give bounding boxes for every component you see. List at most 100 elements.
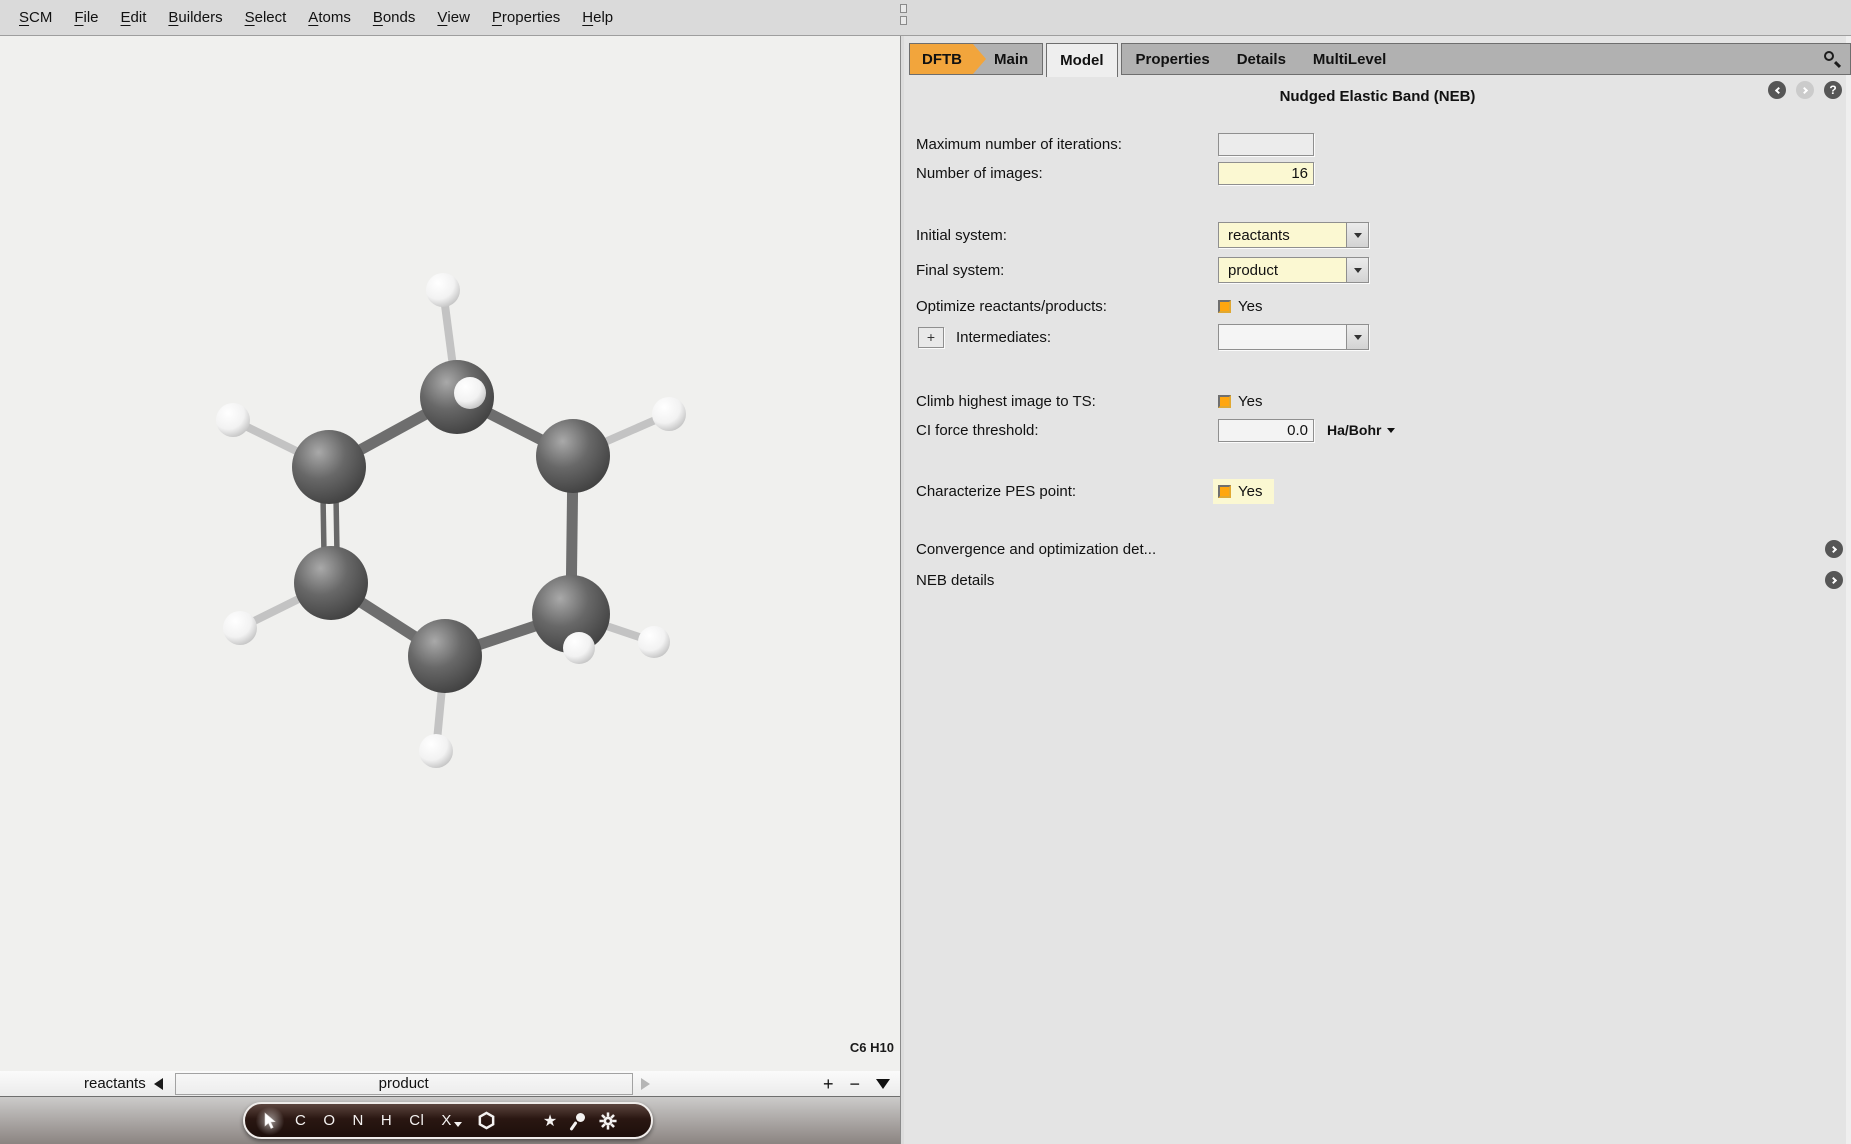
element-button-o[interactable]: O	[321, 1110, 337, 1131]
frame-prev-icon[interactable]	[154, 1078, 163, 1090]
tab-main[interactable]: Main	[986, 44, 1042, 74]
atom-C[interactable]	[536, 419, 610, 493]
initial-system-combobox[interactable]: reactants	[1218, 222, 1369, 248]
row-neb-details: NEB details	[916, 569, 1851, 591]
magnifier-icon[interactable]	[570, 1112, 586, 1130]
atom-C[interactable]	[294, 546, 368, 620]
sash-handle[interactable]	[900, 4, 909, 28]
tab-model[interactable]: Model	[1046, 43, 1117, 77]
element-button-h[interactable]: H	[379, 1110, 394, 1131]
chevron-down-icon	[1387, 428, 1395, 433]
tab-dftb[interactable]: DFTB	[910, 44, 986, 74]
initial-system-dropdown-button[interactable]	[1346, 223, 1368, 247]
menubar-item-properties[interactable]: Properties	[481, 0, 571, 35]
final-system-label: Final system:	[916, 262, 1206, 279]
help-button[interactable]: ?	[1824, 81, 1842, 99]
final-system-combobox[interactable]: product	[1218, 257, 1369, 283]
optimize-label: Optimize reactants/products:	[916, 298, 1206, 315]
atom-H[interactable]	[223, 611, 257, 645]
menubar-item-select[interactable]: Select	[234, 0, 298, 35]
intermediates-value	[1219, 325, 1346, 349]
ci-force-label: CI force threshold:	[916, 422, 1206, 439]
atom-H[interactable]	[419, 734, 453, 768]
intermediates-combobox[interactable]	[1218, 324, 1369, 350]
element-button-cl[interactable]: Cl	[407, 1110, 426, 1131]
frame-remove-button[interactable]: −	[849, 1075, 860, 1093]
menubar-item-bonds[interactable]: Bonds	[362, 0, 427, 35]
initial-system-value: reactants	[1219, 223, 1346, 247]
frame-next-icon[interactable]	[641, 1078, 650, 1090]
molecule-3d-model[interactable]	[0, 36, 900, 1071]
chevron-down-icon	[1354, 335, 1362, 340]
characterize-checkbox[interactable]	[1218, 485, 1231, 498]
menubar-item-view[interactable]: View	[426, 0, 481, 35]
nav-back-button[interactable]	[1768, 81, 1786, 99]
tab-group: DFTBMain	[909, 43, 1043, 75]
panel-nav: ?	[1768, 81, 1842, 99]
ring-tool-icon[interactable]	[477, 1111, 496, 1130]
menubar-item-help[interactable]: Help	[571, 0, 624, 35]
initial-system-label: Initial system:	[916, 227, 1206, 244]
row-intermediates: + Intermediates:	[916, 324, 1851, 350]
neb-details-button[interactable]	[1825, 571, 1843, 589]
formula-label: C6 H10	[850, 1040, 894, 1055]
convergence-details-button[interactable]	[1825, 540, 1843, 558]
row-characterize: Characterize PES point: Yes	[916, 478, 1851, 504]
max-iterations-input[interactable]	[1218, 133, 1314, 156]
settings-panel: DFTBMainModel Properties Details MultiLevel…	[904, 36, 1851, 1144]
select-cursor-tool[interactable]	[260, 1110, 280, 1132]
nav-forward-button[interactable]	[1796, 81, 1814, 99]
element-button-x[interactable]: X	[439, 1110, 464, 1131]
frame-reactants-label[interactable]: reactants	[84, 1075, 146, 1092]
atom-C[interactable]	[292, 430, 366, 504]
atom-H[interactable]	[563, 632, 595, 664]
atom-H[interactable]	[652, 397, 686, 431]
add-intermediate-button[interactable]: +	[918, 327, 944, 348]
bottom-tool-strip: CONH Cl X ★	[0, 1097, 900, 1144]
frame-current-tab[interactable]: product	[175, 1073, 633, 1095]
chevron-left-icon	[1774, 86, 1781, 93]
menubar-item-atoms[interactable]: Atoms	[297, 0, 362, 35]
menubar-item-scm[interactable]: SCM	[8, 0, 63, 35]
atom-H[interactable]	[426, 273, 460, 307]
optimize-checkbox[interactable]	[1218, 300, 1231, 313]
row-final-system: Final system: product	[916, 257, 1851, 283]
tab-properties[interactable]: Properties	[1136, 51, 1210, 68]
atom-C[interactable]	[408, 619, 482, 693]
element-button-n[interactable]: N	[351, 1110, 366, 1131]
climb-checkbox[interactable]	[1218, 395, 1231, 408]
final-system-dropdown-button[interactable]	[1346, 258, 1368, 282]
num-images-input[interactable]	[1218, 162, 1314, 185]
element-button-c[interactable]: C	[293, 1110, 308, 1131]
search-stem	[1834, 61, 1841, 68]
molecule-canvas[interactable]: C6 H10	[0, 36, 900, 1071]
atom-H[interactable]	[638, 626, 670, 658]
builder-toolbar: CONH Cl X ★	[243, 1102, 653, 1139]
menubar-item-builders[interactable]: Builders	[157, 0, 233, 35]
neb-details-label: NEB details	[916, 572, 994, 589]
frame-menu-icon[interactable]	[876, 1079, 890, 1089]
ci-force-input[interactable]	[1218, 419, 1314, 442]
row-ci-force: CI force threshold: Ha/Bohr	[916, 417, 1851, 443]
menubar-item-file[interactable]: File	[63, 0, 109, 35]
atom-H[interactable]	[216, 403, 250, 437]
row-optimize: Optimize reactants/products: Yes	[916, 293, 1851, 319]
search-lens	[1824, 51, 1834, 61]
search-icon[interactable]	[1822, 50, 1840, 68]
atom-H[interactable]	[454, 377, 486, 409]
tab-details[interactable]: Details	[1237, 51, 1286, 68]
row-initial-system: Initial system: reactants	[916, 222, 1851, 248]
tab-bar: DFTBMainModel Properties Details MultiLevel	[909, 43, 1851, 75]
menubar-item-edit[interactable]: Edit	[110, 0, 158, 35]
tab-multilevel[interactable]: MultiLevel	[1313, 51, 1386, 68]
structures-tool-icon[interactable]: ★	[543, 1111, 557, 1131]
frame-current-label: product	[379, 1075, 429, 1092]
gear-icon[interactable]	[599, 1112, 617, 1130]
row-convergence-details: Convergence and optimization det...	[916, 538, 1851, 560]
viewer-pane: C6 H10 reactants product + − CONH Cl X	[0, 36, 900, 1144]
ci-force-unit-dropdown[interactable]: Ha/Bohr	[1327, 422, 1395, 438]
frame-add-button[interactable]: +	[823, 1075, 834, 1093]
chevron-right-icon	[1829, 545, 1836, 552]
intermediates-dropdown-button[interactable]	[1346, 325, 1368, 349]
convergence-details-label: Convergence and optimization det...	[916, 541, 1156, 558]
